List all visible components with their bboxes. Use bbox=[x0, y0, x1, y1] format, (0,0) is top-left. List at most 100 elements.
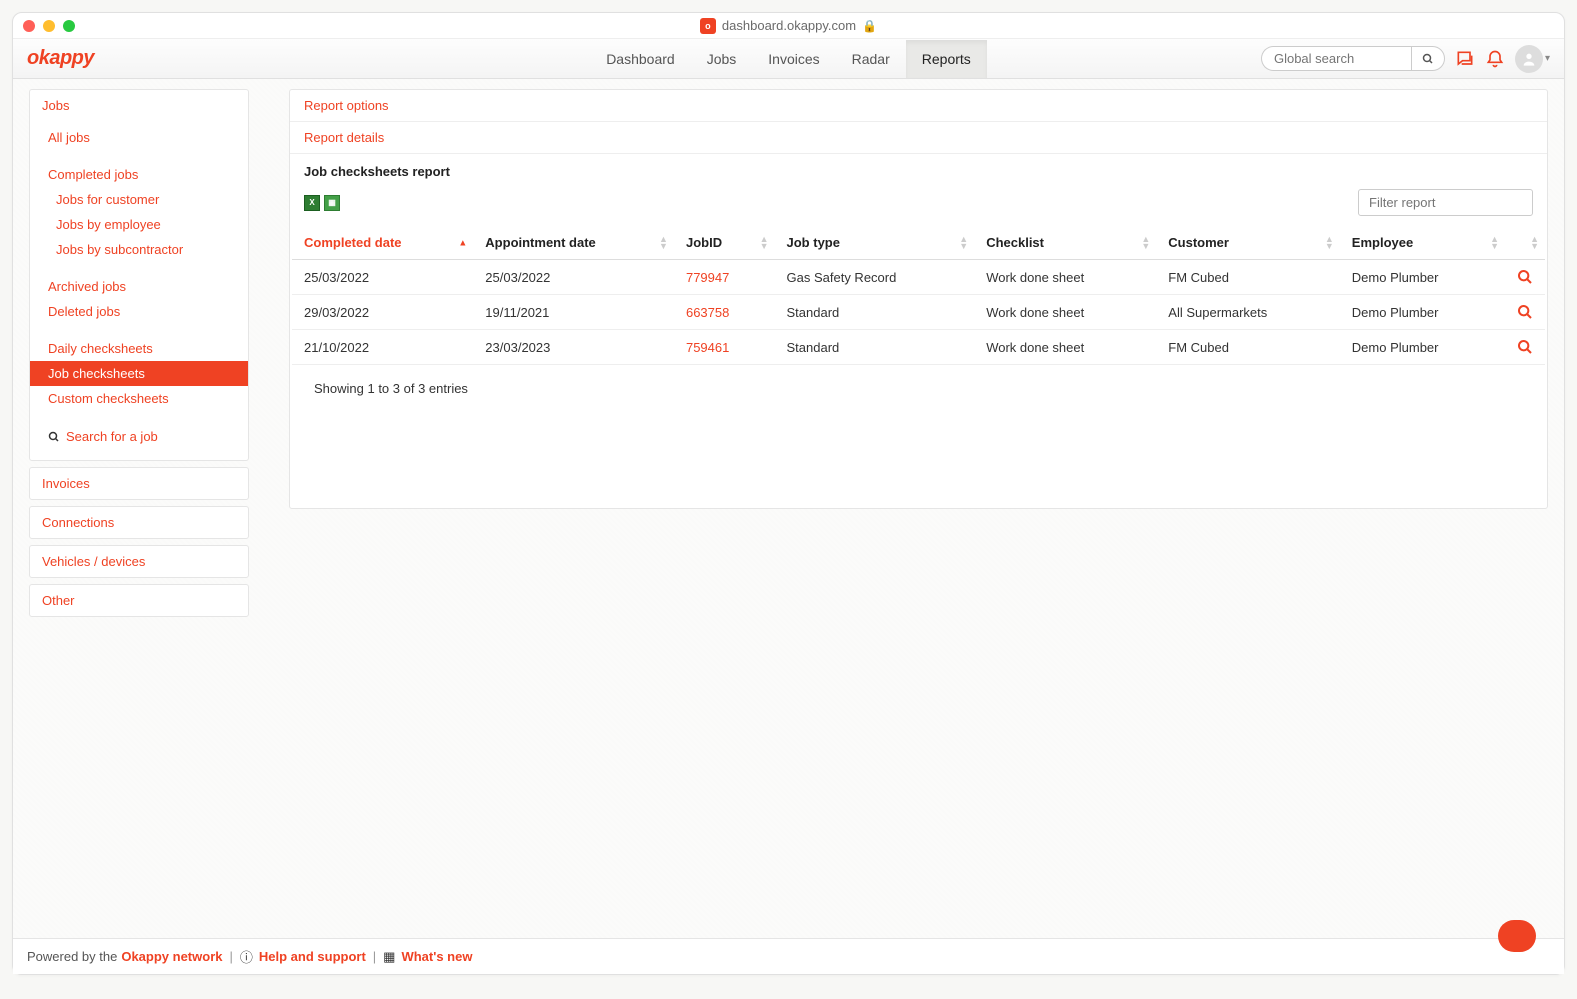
global-search-button[interactable] bbox=[1411, 46, 1445, 71]
col-completed-date[interactable]: Completed date ▲ bbox=[292, 226, 473, 260]
nav-invoices[interactable]: Invoices bbox=[752, 40, 835, 78]
avatar-icon bbox=[1515, 45, 1543, 73]
nav-dashboard[interactable]: Dashboard bbox=[590, 40, 691, 78]
table-row: 29/03/202219/11/2021 663758 StandardWork d… bbox=[292, 295, 1545, 330]
sidebar-section-vehicles[interactable]: Vehicles / devices bbox=[30, 546, 248, 577]
footer-whats-new-link[interactable]: What's new bbox=[401, 949, 472, 964]
site-favicon: o bbox=[700, 18, 716, 34]
cell-completed-date: 25/03/2022 bbox=[292, 260, 473, 295]
report-title: Job checksheets report bbox=[290, 154, 1547, 185]
sidebar-section-connections[interactable]: Connections bbox=[30, 507, 248, 538]
window-titlebar: o dashboard.okappy.com 🔒 bbox=[13, 13, 1564, 39]
browser-url: dashboard.okappy.com bbox=[722, 18, 856, 33]
col-checklist[interactable]: Checklist ▲▼ bbox=[974, 226, 1156, 260]
cell-action bbox=[1505, 330, 1545, 365]
info-icon: ⓘ bbox=[240, 947, 253, 966]
sidebar-link-jobs-for-customer[interactable]: Jobs for customer bbox=[30, 187, 248, 212]
sidebar-section-jobs[interactable]: Jobs bbox=[30, 90, 248, 121]
job-id-link[interactable]: 663758 bbox=[686, 305, 729, 320]
sidebar-link-jobs-by-employee[interactable]: Jobs by employee bbox=[30, 212, 248, 237]
table-row: 21/10/202223/03/2023 759461 StandardWork d… bbox=[292, 330, 1545, 365]
cell-job-type: Standard bbox=[775, 330, 975, 365]
cell-completed-date: 21/10/2022 bbox=[292, 330, 473, 365]
sidebar-search-label: Search for a job bbox=[66, 429, 158, 444]
col-customer[interactable]: Customer ▲▼ bbox=[1156, 226, 1340, 260]
cell-checklist: Work done sheet bbox=[974, 295, 1156, 330]
sidebar-link-jobs-by-subcontractor[interactable]: Jobs by subcontractor bbox=[30, 237, 248, 262]
cell-employee: Demo Plumber bbox=[1340, 260, 1505, 295]
export-csv-icon[interactable]: ▦ bbox=[324, 195, 340, 211]
top-nav: okappy Dashboard Jobs Invoices Radar Rep… bbox=[13, 39, 1564, 79]
sidebar-link-deleted-jobs[interactable]: Deleted jobs bbox=[30, 299, 248, 324]
search-icon bbox=[48, 431, 60, 443]
col-actions: ▲▼ bbox=[1505, 226, 1545, 260]
report-options-header[interactable]: Report options bbox=[290, 90, 1547, 122]
user-menu[interactable]: ▾ bbox=[1515, 45, 1550, 73]
sidebar-link-search-job[interactable]: Search for a job bbox=[30, 423, 248, 450]
chat-icon[interactable] bbox=[1455, 49, 1475, 69]
view-icon[interactable] bbox=[1517, 304, 1533, 320]
job-id-link[interactable]: 759461 bbox=[686, 340, 729, 355]
cell-job-type: Standard bbox=[775, 295, 975, 330]
cell-employee: Demo Plumber bbox=[1340, 330, 1505, 365]
cell-customer: FM Cubed bbox=[1156, 330, 1340, 365]
sidebar-section-invoices[interactable]: Invoices bbox=[30, 468, 248, 499]
col-job-type[interactable]: Job type ▲▼ bbox=[775, 226, 975, 260]
sort-indicator: ▲▼ bbox=[1141, 236, 1150, 250]
cell-job-id: 759461 bbox=[674, 330, 775, 365]
nav-reports[interactable]: Reports bbox=[906, 40, 987, 78]
main-content: Report options Report details Job checks… bbox=[289, 89, 1548, 974]
grid-icon: ▦ bbox=[383, 949, 395, 965]
sidebar-link-job-checksheets[interactable]: Job checksheets bbox=[30, 361, 248, 386]
sort-indicator: ▲ bbox=[458, 239, 467, 246]
cell-checklist: Work done sheet bbox=[974, 330, 1156, 365]
footer-powered-prefix: Powered by the bbox=[27, 949, 117, 964]
cell-appointment-date: 23/03/2023 bbox=[473, 330, 674, 365]
sidebar: Jobs All jobs Completed jobs Jobs for cu… bbox=[29, 89, 249, 974]
table-footer-info: Showing 1 to 3 of 3 entries bbox=[290, 365, 1547, 412]
table-row: 25/03/202225/03/2022 779947 Gas Safety Rec… bbox=[292, 260, 1545, 295]
nav-radar[interactable]: Radar bbox=[836, 40, 906, 78]
cell-customer: FM Cubed bbox=[1156, 260, 1340, 295]
nav-jobs[interactable]: Jobs bbox=[691, 40, 753, 78]
cell-job-id: 779947 bbox=[674, 260, 775, 295]
footer-network-link[interactable]: Okappy network bbox=[121, 949, 222, 964]
sort-indicator: ▲▼ bbox=[1325, 236, 1334, 250]
footer-help-link[interactable]: Help and support bbox=[259, 949, 366, 964]
cell-action bbox=[1505, 295, 1545, 330]
sidebar-link-custom-checksheets[interactable]: Custom checksheets bbox=[30, 386, 248, 411]
col-job-id[interactable]: JobID ▲▼ bbox=[674, 226, 775, 260]
chevron-down-icon: ▾ bbox=[1545, 53, 1550, 64]
cell-checklist: Work done sheet bbox=[974, 260, 1156, 295]
filter-report-input[interactable] bbox=[1358, 189, 1533, 216]
cell-customer: All Supermarkets bbox=[1156, 295, 1340, 330]
cell-completed-date: 29/03/2022 bbox=[292, 295, 473, 330]
sidebar-link-completed-jobs[interactable]: Completed jobs bbox=[30, 162, 248, 187]
cell-job-type: Gas Safety Record bbox=[775, 260, 975, 295]
job-id-link[interactable]: 779947 bbox=[686, 270, 729, 285]
report-details-header[interactable]: Report details bbox=[290, 122, 1547, 154]
sidebar-section-other[interactable]: Other bbox=[30, 585, 248, 616]
chat-launcher-button[interactable] bbox=[1498, 920, 1536, 952]
sort-indicator: ▲▼ bbox=[1530, 236, 1539, 250]
report-table: Completed date ▲ Appointment date ▲▼ Job… bbox=[292, 226, 1545, 365]
lock-icon: 🔒 bbox=[862, 19, 877, 33]
cell-appointment-date: 19/11/2021 bbox=[473, 295, 674, 330]
cell-employee: Demo Plumber bbox=[1340, 295, 1505, 330]
sort-indicator: ▲▼ bbox=[760, 236, 769, 250]
sidebar-link-archived-jobs[interactable]: Archived jobs bbox=[30, 274, 248, 299]
sort-indicator: ▲▼ bbox=[659, 236, 668, 250]
sidebar-link-all-jobs[interactable]: All jobs bbox=[30, 125, 248, 150]
cell-job-id: 663758 bbox=[674, 295, 775, 330]
col-appointment-date[interactable]: Appointment date ▲▼ bbox=[473, 226, 674, 260]
sidebar-link-daily-checksheets[interactable]: Daily checksheets bbox=[30, 336, 248, 361]
global-search-input[interactable] bbox=[1261, 46, 1411, 71]
cell-action bbox=[1505, 260, 1545, 295]
col-employee[interactable]: Employee ▲▼ bbox=[1340, 226, 1505, 260]
search-icon bbox=[1422, 53, 1434, 65]
cell-appointment-date: 25/03/2022 bbox=[473, 260, 674, 295]
view-icon[interactable] bbox=[1517, 269, 1533, 285]
view-icon[interactable] bbox=[1517, 339, 1533, 355]
export-xls-icon[interactable]: X bbox=[304, 195, 320, 211]
notifications-icon[interactable] bbox=[1485, 49, 1505, 69]
